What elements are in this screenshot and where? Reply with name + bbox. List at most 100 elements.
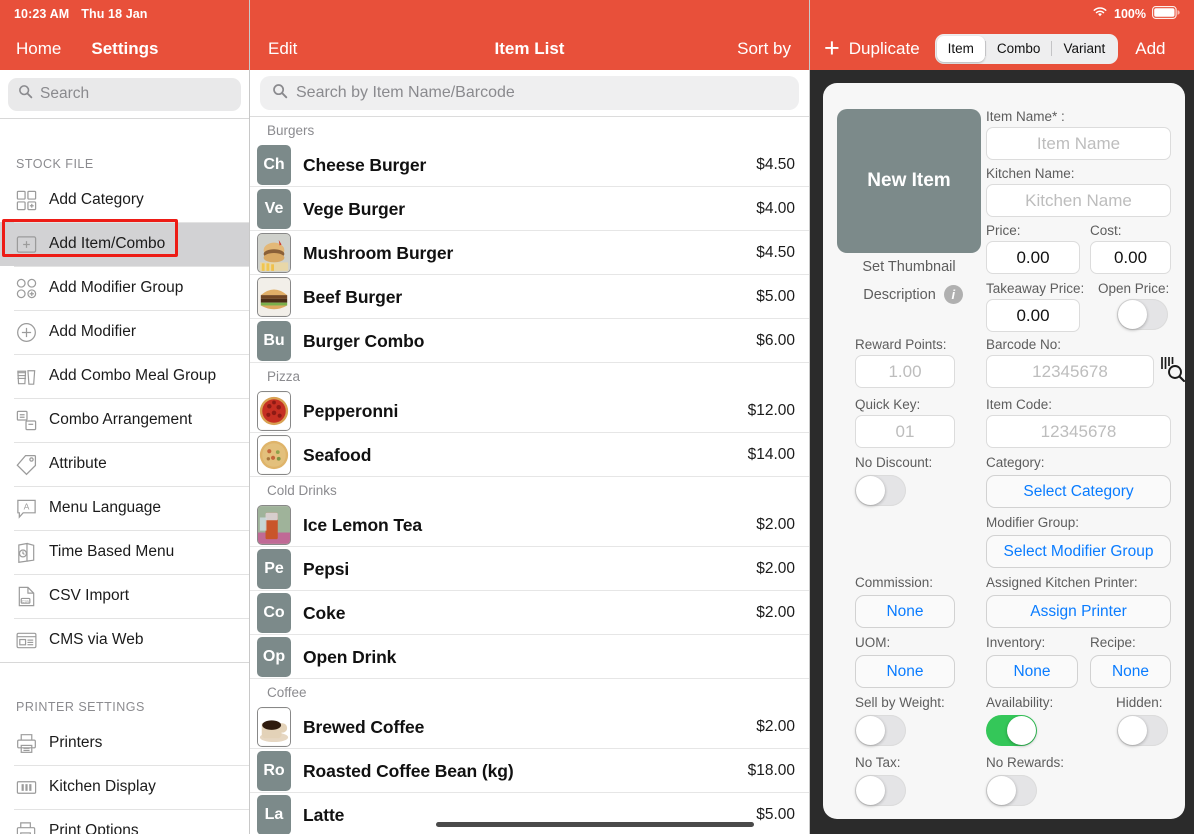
select-category-button[interactable]: Select Category: [986, 475, 1171, 508]
item-name: Vege Burger: [303, 198, 405, 219]
sidebar-search-input[interactable]: Search: [8, 77, 241, 111]
list-item[interactable]: Co Coke $2.00: [250, 591, 809, 635]
set-thumbnail-button[interactable]: New Item: [837, 109, 981, 253]
no-rewards-toggle[interactable]: [986, 775, 1037, 806]
sidebar-item-print-options[interactable]: Print Options: [0, 809, 249, 834]
list-item[interactable]: Ice Lemon Tea $2.00: [250, 503, 809, 547]
assign-printer-button[interactable]: Assign Printer: [986, 595, 1171, 628]
sidebar-item-add-category[interactable]: Add Category: [0, 178, 249, 222]
sidebar-item-time-based-menu[interactable]: Time Based Menu: [0, 530, 249, 574]
list-group-header: Burgers: [250, 117, 809, 143]
sidebar-item-combo-arrangement[interactable]: Combo Arrangement: [0, 398, 249, 442]
item-list-navbar: Edit Item List Sort by: [250, 27, 809, 70]
item-type-segmented-control[interactable]: Item Combo Variant: [934, 33, 1119, 64]
sidebar-item-label: Combo Arrangement: [49, 411, 193, 428]
item-thumbnail: Co: [257, 593, 291, 633]
item-name: Pepperonni: [303, 400, 399, 421]
list-item[interactable]: Mushroom Burger $4.50: [250, 231, 809, 275]
edit-button[interactable]: Edit: [268, 39, 297, 59]
sidebar-item-cms-via-web[interactable]: CMS via Web: [0, 618, 249, 662]
item-search-input[interactable]: Search by Item Name/Barcode: [260, 76, 799, 110]
toggle-knob: [856, 776, 885, 805]
item-thumbnail: Ro: [257, 751, 291, 791]
list-item[interactable]: La Latte $5.00: [250, 793, 809, 834]
duplicate-button[interactable]: Duplicate: [849, 39, 920, 59]
plus-icon[interactable]: +: [824, 35, 840, 62]
svg-text:A: A: [23, 501, 29, 511]
commission-button[interactable]: None: [855, 595, 955, 628]
sidebar-item-menu-language[interactable]: A Menu Language: [0, 486, 249, 530]
availability-toggle[interactable]: [986, 715, 1037, 746]
list-item[interactable]: Pe Pepsi $2.00: [250, 547, 809, 591]
open-price-toggle[interactable]: [1117, 299, 1168, 330]
no-discount-toggle[interactable]: [855, 475, 906, 506]
item-name: Mushroom Burger: [303, 242, 454, 263]
barcode-scan-icon[interactable]: [1159, 355, 1185, 390]
home-button[interactable]: Home: [16, 39, 61, 59]
sidebar-item-attribute[interactable]: Attribute: [0, 442, 249, 486]
status-bar-center: [250, 0, 809, 27]
item-thumbnail-photo-ice-lemon-tea: [257, 505, 291, 545]
battery-icon: [1152, 5, 1180, 22]
list-item[interactable]: Ch Cheese Burger $4.50: [250, 143, 809, 187]
status-date: Thu 18 Jan: [81, 6, 148, 21]
list-item[interactable]: Brewed Coffee $2.00: [250, 705, 809, 749]
hidden-toggle[interactable]: [1117, 715, 1168, 746]
price-input[interactable]: 0.00: [986, 241, 1080, 274]
tag-icon: [14, 452, 38, 476]
language-icon: A: [14, 496, 38, 520]
item-code-label: Item Code:: [986, 397, 1053, 412]
item-price: $18.00: [747, 762, 795, 779]
list-item[interactable]: Beef Burger $5.00: [250, 275, 809, 319]
recipe-button[interactable]: None: [1090, 655, 1171, 688]
cost-input[interactable]: 0.00: [1090, 241, 1171, 274]
segment-combo[interactable]: Combo: [986, 36, 1052, 62]
list-item[interactable]: Bu Burger Combo $6.00: [250, 319, 809, 363]
sidebar-item-add-modifier[interactable]: Add Modifier: [0, 310, 249, 354]
select-modifier-group-button[interactable]: Select Modifier Group: [986, 535, 1171, 568]
list-item[interactable]: Seafood $14.00: [250, 433, 809, 477]
kitchen-name-input[interactable]: Kitchen Name: [986, 184, 1171, 217]
no-tax-label: No Tax:: [855, 755, 901, 770]
item-name-label: Item Name* :: [986, 109, 1065, 124]
sidebar-section-header-printer-settings: PRINTER SETTINGS: [16, 700, 145, 714]
toggle-knob: [856, 476, 885, 505]
segment-variant[interactable]: Variant: [1052, 36, 1116, 62]
barcode-no-input[interactable]: 12345678: [986, 355, 1154, 388]
inventory-button[interactable]: None: [986, 655, 1078, 688]
sidebar-section-header-stock-file: STOCK FILE: [16, 157, 94, 171]
sidebar-item-label: Add Modifier Group: [49, 279, 184, 296]
page-title: Settings: [91, 38, 159, 58]
quick-key-input[interactable]: 01: [855, 415, 955, 448]
sidebar-item-kitchen-display[interactable]: Kitchen Display: [0, 765, 249, 809]
list-item[interactable]: Pepperonni $12.00: [250, 389, 809, 433]
no-tax-toggle[interactable]: [855, 775, 906, 806]
item-list-scroll[interactable]: Burgers Ch Cheese Burger $4.50 Ve Vege B…: [250, 117, 809, 834]
reward-points-input[interactable]: 1.00: [855, 355, 955, 388]
sidebar-item-add-item-combo[interactable]: Add Item/Combo: [0, 222, 249, 266]
reward-points-label: Reward Points:: [855, 337, 947, 352]
item-price: $2.00: [756, 560, 795, 577]
list-item[interactable]: Ro Roasted Coffee Bean (kg) $18.00: [250, 749, 809, 793]
home-indicator[interactable]: [436, 822, 754, 827]
sidebar-item-label: Add Modifier: [49, 323, 137, 340]
sidebar-item-printers[interactable]: Printers: [0, 721, 249, 765]
item-name-input[interactable]: Item Name: [986, 127, 1171, 160]
info-icon[interactable]: i: [943, 285, 963, 304]
segment-item[interactable]: Item: [936, 35, 985, 62]
sidebar-item-label: Kitchen Display: [49, 778, 156, 795]
add-button[interactable]: Add: [1135, 39, 1165, 59]
wifi-icon: [1092, 6, 1108, 21]
list-item[interactable]: Op Open Drink: [250, 635, 809, 679]
sidebar-item-csv-import[interactable]: CSV CSV Import: [0, 574, 249, 618]
description-row[interactable]: Description i: [837, 285, 989, 304]
sell-by-weight-toggle[interactable]: [855, 715, 906, 746]
uom-button[interactable]: None: [855, 655, 955, 688]
item-code-input[interactable]: 12345678: [986, 415, 1171, 448]
takeaway-price-input[interactable]: 0.00: [986, 299, 1080, 332]
sort-by-button[interactable]: Sort by: [737, 39, 791, 59]
item-price: $6.00: [756, 332, 795, 349]
sidebar-item-add-combo-meal-group[interactable]: Add Combo Meal Group: [0, 354, 249, 398]
list-item[interactable]: Ve Vege Burger $4.00: [250, 187, 809, 231]
sidebar-item-add-modifier-group[interactable]: Add Modifier Group: [0, 266, 249, 310]
